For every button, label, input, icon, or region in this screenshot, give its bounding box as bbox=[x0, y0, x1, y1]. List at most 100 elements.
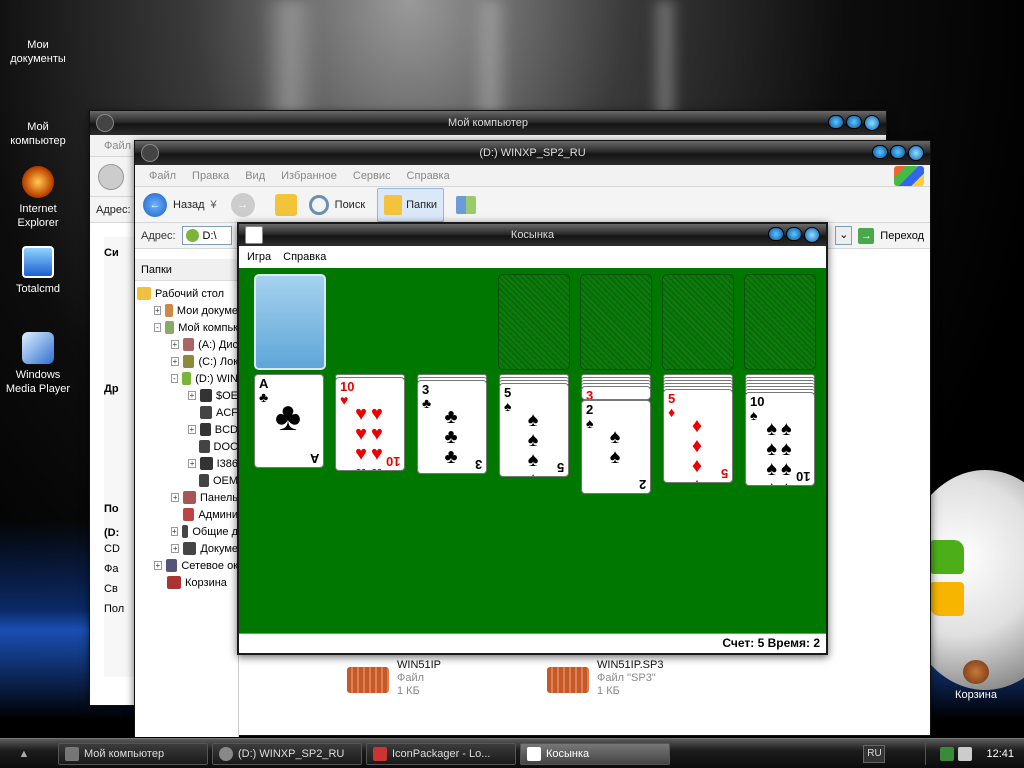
tree-item[interactable]: OEM bbox=[137, 472, 238, 489]
search-button[interactable]: Поиск bbox=[335, 199, 365, 211]
back-arrow-icon[interactable] bbox=[98, 163, 124, 190]
my-computer-icon bbox=[65, 746, 79, 761]
tree-item[interactable]: + Сетевое ок bbox=[137, 557, 238, 574]
game-board[interactable]: A♣♣A10♥♥♥♥♥♥♥♥♥♥♥103♣♣♣♣35♠♠♠♠♠♠5 32♠♠♠25… bbox=[239, 268, 826, 634]
menu-file[interactable]: Файл bbox=[96, 140, 139, 152]
foundation-slot[interactable] bbox=[580, 274, 652, 370]
expand-icon[interactable]: + bbox=[154, 306, 161, 315]
tree-item[interactable]: Рабочий стол bbox=[137, 285, 238, 302]
expand-icon[interactable]: + bbox=[154, 561, 162, 570]
close-button[interactable] bbox=[908, 145, 924, 161]
taskbar-button-my-computer[interactable]: Мой компьютер bbox=[58, 742, 208, 765]
foundation-slot[interactable] bbox=[662, 274, 734, 370]
foundation-slot[interactable] bbox=[498, 274, 570, 370]
back-button[interactable]: Назад bbox=[173, 199, 205, 211]
maximize-button[interactable] bbox=[846, 115, 862, 129]
start-button[interactable]: ▲ bbox=[4, 743, 44, 765]
expand-icon[interactable]: + bbox=[188, 391, 196, 400]
menu-edit[interactable]: Правка bbox=[184, 170, 237, 182]
language-indicator[interactable]: RU bbox=[863, 744, 886, 763]
tree-item[interactable]: + $OE bbox=[137, 387, 238, 404]
card-suit-icon: ♣ bbox=[274, 395, 306, 439]
playing-card[interactable]: 5♦♦♦♦♦♦5 bbox=[663, 389, 733, 483]
up-folder-icon[interactable] bbox=[274, 193, 297, 216]
menu-view[interactable]: Вид bbox=[237, 170, 273, 182]
expand-icon[interactable]: + bbox=[171, 340, 179, 349]
playing-card[interactable]: 2 ♠ ♠ ♠ 2 bbox=[581, 400, 651, 494]
playing-card[interactable]: 3 bbox=[581, 386, 651, 400]
tree-item[interactable]: + Общие д bbox=[137, 523, 238, 540]
file-item[interactable]: WIN51IP.SP3 Файл "SP3" 1 КБ bbox=[547, 659, 663, 698]
tree-item[interactable]: + Мои докуме bbox=[137, 302, 238, 319]
playing-card[interactable]: 3 ♣ ♣ ♣ ♣ 3 bbox=[417, 380, 487, 474]
expand-icon[interactable]: + bbox=[188, 459, 197, 468]
expand-icon[interactable]: + bbox=[188, 425, 196, 434]
totalcmd-label: Totalcmd bbox=[15, 283, 61, 295]
tree-item[interactable]: + Докуме bbox=[137, 540, 238, 557]
tree-item[interactable]: + (C:) Лок bbox=[137, 353, 238, 370]
collapse-icon[interactable]: - bbox=[154, 323, 161, 332]
go-button[interactable]: Переход bbox=[880, 230, 924, 242]
menu-favorites[interactable]: Избранное bbox=[273, 170, 345, 182]
folders-button[interactable]: Папки bbox=[377, 187, 445, 222]
go-arrow-icon[interactable]: → bbox=[858, 227, 875, 244]
desktop-icon-media-player[interactable]: Windows Media Player bbox=[0, 332, 76, 396]
menu-help[interactable]: Справка bbox=[277, 251, 332, 263]
menu-file[interactable]: Файл bbox=[141, 170, 184, 182]
tree-item[interactable]: - Мой компьк bbox=[137, 319, 238, 336]
taskbar-button-solitaire[interactable]: Косынка bbox=[520, 742, 670, 765]
tree-item[interactable]: Админи bbox=[137, 506, 238, 523]
titlebar[interactable]: (D:) WINXP_SP2_RU bbox=[135, 141, 930, 165]
network-icon[interactable] bbox=[940, 746, 955, 761]
taskbar-button-explorer[interactable]: (D:) WINXP_SP2_RU bbox=[212, 742, 362, 765]
expand-icon[interactable]: + bbox=[171, 357, 179, 366]
tree-item[interactable]: + BCD bbox=[137, 421, 238, 438]
playing-card[interactable]: 10♠♠♠♠♠♠♠♠♠♠♠10 bbox=[745, 392, 815, 486]
menu-help[interactable]: Справка bbox=[399, 170, 458, 182]
expand-icon[interactable]: + bbox=[171, 544, 180, 553]
titlebar[interactable]: Мой компьютер bbox=[90, 111, 886, 135]
collapse-icon[interactable]: - bbox=[171, 374, 178, 383]
desktop-icon-recycle-bin[interactable]: Корзина bbox=[938, 660, 1014, 702]
address-dropdown-icon[interactable]: ⌄ bbox=[835, 226, 853, 245]
tree-item[interactable]: + (A:) Дис bbox=[137, 336, 238, 353]
iconpackager-icon bbox=[373, 746, 387, 761]
tray-app-icon[interactable] bbox=[958, 746, 973, 761]
tree-item[interactable]: ACF bbox=[137, 404, 238, 421]
desktop-icon-my-documents[interactable]: Мои документы bbox=[0, 38, 76, 66]
maximize-button[interactable] bbox=[786, 227, 802, 241]
close-button[interactable] bbox=[804, 227, 820, 243]
menu-game[interactable]: Игра bbox=[241, 251, 277, 263]
playing-card[interactable]: 5♠♠♠♠♠♠5 bbox=[499, 383, 569, 477]
maximize-button[interactable] bbox=[890, 145, 906, 159]
tree-item[interactable]: + Панель bbox=[137, 489, 238, 506]
minimize-button[interactable] bbox=[828, 115, 844, 129]
tree-item[interactable]: + I386 bbox=[137, 455, 238, 472]
minimize-button[interactable] bbox=[768, 227, 784, 241]
desktop-icon-internet-explorer[interactable]: Internet Explorer bbox=[0, 166, 76, 230]
address-input[interactable]: D:\ bbox=[181, 226, 232, 245]
playing-card[interactable]: 10♥♥♥♥♥♥♥♥♥♥♥10 bbox=[335, 377, 405, 471]
menu-tools[interactable]: Сервис bbox=[345, 170, 399, 182]
tree-item[interactable]: Корзина bbox=[137, 574, 238, 591]
playing-card[interactable]: A ♣ ♣ A bbox=[254, 374, 324, 468]
views-icon[interactable] bbox=[456, 195, 477, 214]
expand-icon[interactable]: + bbox=[171, 493, 180, 502]
desktop-icon-my-computer[interactable]: Мой компьютер bbox=[0, 120, 76, 148]
taskbar-button-iconpackager[interactable]: IconPackager - Lo... bbox=[366, 742, 516, 765]
desktop-icon-totalcmd[interactable]: Totalcmd bbox=[0, 246, 76, 296]
my-computer-icon bbox=[96, 114, 114, 132]
chevron-down-icon[interactable]: ¥ bbox=[211, 199, 217, 211]
window-solitaire[interactable]: Косынка Игра Справка A♣♣A10♥♥♥♥♥♥♥♥♥♥♥10… bbox=[237, 222, 828, 655]
close-button[interactable] bbox=[864, 115, 880, 131]
back-arrow-icon[interactable]: ← bbox=[143, 192, 167, 217]
minimize-button[interactable] bbox=[872, 145, 888, 159]
file-item[interactable]: WIN51IP Файл 1 КБ bbox=[347, 659, 441, 698]
stock-pile[interactable] bbox=[254, 274, 326, 370]
tree-item[interactable]: - (D:) WIN bbox=[137, 370, 238, 387]
tree-item[interactable]: DOC bbox=[137, 438, 238, 455]
expand-icon[interactable]: + bbox=[171, 527, 178, 536]
titlebar[interactable]: Косынка bbox=[239, 224, 826, 246]
forward-arrow-icon[interactable]: → bbox=[230, 192, 255, 217]
foundation-slot[interactable] bbox=[744, 274, 816, 370]
